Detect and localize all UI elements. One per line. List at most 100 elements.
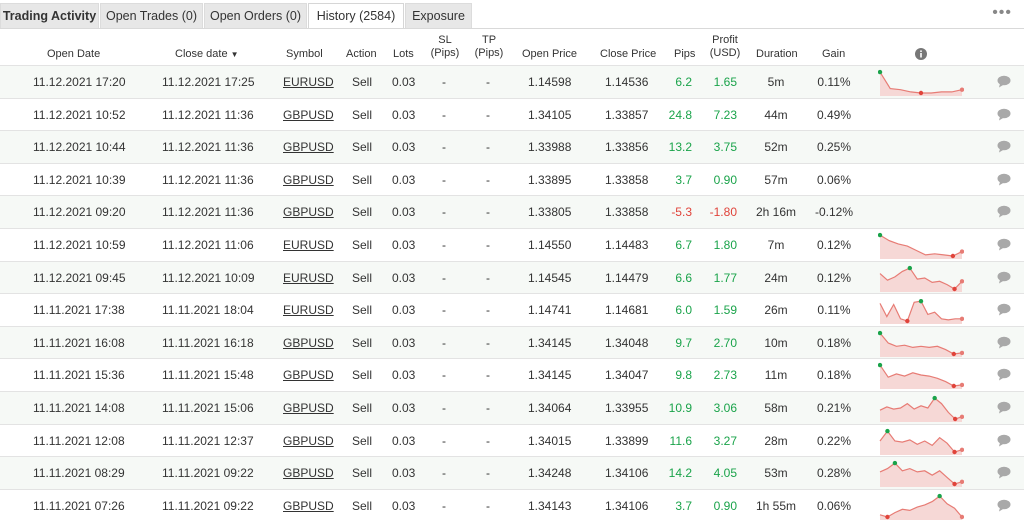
trade-sparkline: [878, 330, 964, 357]
col-profit[interactable]: Profit (USD): [708, 34, 742, 60]
symbol-link[interactable]: GBPUSD: [283, 108, 334, 122]
comment-icon[interactable]: [997, 108, 1011, 121]
table-row[interactable]: 11.11.2021 17:38 11.11.2021 18:04 EURUSD Se…: [0, 293, 1024, 326]
lots-cell: 0.03: [392, 433, 416, 448]
action-cell: Sell: [352, 140, 373, 155]
comment-icon[interactable]: [997, 205, 1011, 218]
col-open-date[interactable]: Open Date: [47, 48, 100, 61]
col-tp[interactable]: TP (Pips): [474, 34, 504, 60]
comment-icon[interactable]: [997, 466, 1011, 479]
table-row[interactable]: 11.11.2021 07:26 11.11.2021 09:22 GBPUSD Se…: [0, 488, 1024, 522]
col-gain[interactable]: Gain: [822, 48, 845, 61]
symbol-link[interactable]: EURUSD: [283, 304, 334, 317]
action-cell: Sell: [352, 401, 373, 415]
tab-history[interactable]: History (2584): [308, 3, 404, 29]
sl-cell: -: [442, 335, 446, 350]
info-icon[interactable]: [915, 48, 927, 60]
gain-cell: 0.21%: [816, 401, 852, 415]
sparkline-end-point: [959, 249, 964, 254]
symbol-link[interactable]: GBPUSD: [283, 206, 334, 219]
close-date-cell: 11.12.2021 11:36: [162, 140, 254, 155]
comment-icon[interactable]: [997, 336, 1011, 349]
symbol-link[interactable]: GBPUSD: [283, 173, 334, 187]
trade-sparkline: [879, 493, 964, 520]
symbol-link[interactable]: EURUSD: [283, 239, 334, 252]
sort-desc-icon: ▼: [230, 50, 239, 59]
comment-icon[interactable]: [997, 140, 1011, 153]
col-pips[interactable]: Pips: [674, 48, 695, 61]
sparkline-end-point: [959, 383, 964, 388]
ellipsis-icon[interactable]: •••: [992, 5, 1012, 21]
tp-cell: -: [486, 172, 490, 187]
comment-icon[interactable]: [997, 238, 1011, 251]
open-price-cell: 1.34145: [528, 368, 572, 383]
comment-icon[interactable]: [997, 499, 1011, 512]
symbol-link[interactable]: GBPUSD: [283, 141, 334, 154]
comment-icon[interactable]: [997, 368, 1011, 381]
close-date-cell: 11.12.2021 11:36: [162, 107, 254, 122]
symbol-link[interactable]: GBPUSD: [283, 369, 334, 382]
col-open-price[interactable]: Open Price: [522, 48, 577, 61]
sparkline-max-point: [878, 69, 883, 75]
comment-icon[interactable]: [997, 434, 1011, 447]
table-row[interactable]: 11.12.2021 17:20 11.12.2021 17:25 EURUSD Se…: [0, 65, 1024, 98]
comment-icon[interactable]: [997, 271, 1011, 284]
table-row[interactable]: 11.11.2021 12:08 11.11.2021 12:37 GBPUSD Se…: [0, 423, 1024, 457]
profit-cell: 1.65: [713, 75, 737, 89]
symbol-link[interactable]: GBPUSD: [283, 499, 334, 513]
lots-cell: 0.03: [392, 401, 416, 415]
col-action[interactable]: Action: [346, 48, 377, 61]
close-price-cell: 1.33858: [605, 172, 649, 187]
col-close-price[interactable]: Close Price: [600, 48, 656, 61]
close-price-cell: 1.33899: [605, 433, 649, 448]
symbol-link[interactable]: GBPUSD: [283, 402, 334, 415]
comment-icon[interactable]: [997, 75, 1011, 88]
trade-sparkline: [879, 461, 964, 488]
sl-cell: -: [442, 303, 446, 318]
pips-cell: 6.6: [675, 270, 692, 285]
col-lots[interactable]: Lots: [393, 48, 414, 61]
pips-cell: 13.2: [668, 140, 692, 155]
symbol-link[interactable]: GBPUSD: [283, 467, 334, 480]
sparkline-end-point: [959, 316, 964, 322]
profit-cell: 4.05: [713, 466, 737, 481]
col-duration[interactable]: Duration: [756, 48, 798, 61]
table-row[interactable]: 11.12.2021 10:59 11.12.2021 11:06 EURUSD Se…: [0, 228, 1024, 261]
tab-exposure[interactable]: Exposure: [405, 3, 472, 28]
tab-open-orders[interactable]: Open Orders (0): [204, 3, 307, 28]
close-price-cell: 1.34047: [605, 368, 649, 383]
close-date-cell: 11.11.2021 18:04: [162, 303, 254, 318]
table-row[interactable]: 11.12.2021 10:39 11.12.2021 11:36 GBPUSD Se…: [0, 162, 1024, 196]
table-row[interactable]: 11.12.2021 09:20 11.12.2021 11:36 GBPUSD Se…: [0, 195, 1024, 229]
table-row[interactable]: 11.11.2021 14:08 11.11.2021 15:06 GBPUSD Se…: [0, 391, 1024, 424]
col-sl[interactable]: SL (Pips): [430, 34, 460, 60]
comment-icon[interactable]: [997, 173, 1011, 186]
table-row[interactable]: 11.12.2021 10:44 11.12.2021 11:36 GBPUSD Se…: [0, 130, 1024, 164]
open-price-cell: 1.14545: [528, 270, 572, 285]
action-cell: Sell: [352, 433, 373, 448]
tp-cell: -: [486, 75, 490, 89]
table-row[interactable]: 11.11.2021 16:08 11.11.2021 16:18 GBPUSD Se…: [0, 325, 1024, 359]
symbol-link[interactable]: GBPUSD: [283, 434, 334, 448]
sparkline-end-point: [959, 350, 964, 355]
comment-icon[interactable]: [997, 401, 1011, 414]
table-row[interactable]: 11.11.2021 15:36 11.11.2021 15:48 GBPUSD Se…: [0, 358, 1024, 391]
sparkline-area: [880, 463, 962, 488]
table-row[interactable]: 11.12.2021 10:52 11.12.2021 11:36 GBPUSD Se…: [0, 97, 1024, 131]
symbol-link[interactable]: EURUSD: [283, 76, 334, 89]
symbol-link[interactable]: GBPUSD: [283, 336, 334, 350]
action-cell: Sell: [352, 335, 373, 350]
table-row[interactable]: 11.11.2021 08:29 11.11.2021 09:22 GBPUSD Se…: [0, 456, 1024, 490]
symbol-link[interactable]: EURUSD: [283, 271, 334, 285]
action-cell: Sell: [352, 172, 373, 187]
col-symbol[interactable]: Symbol: [286, 48, 323, 61]
col-close-date[interactable]: Close date ▼: [175, 48, 239, 61]
col-sl-line2: (Pips): [430, 47, 460, 59]
table-row[interactable]: 11.12.2021 09:45 11.12.2021 10:09 EURUSD Se…: [0, 260, 1024, 294]
sparkline-max-point: [932, 395, 937, 401]
action-cell: Sell: [352, 498, 373, 513]
gain-cell: 0.11%: [817, 75, 851, 89]
sparkline-max-point: [878, 330, 883, 336]
comment-icon[interactable]: [997, 303, 1011, 316]
tab-open-trades[interactable]: Open Trades (0): [100, 3, 203, 28]
